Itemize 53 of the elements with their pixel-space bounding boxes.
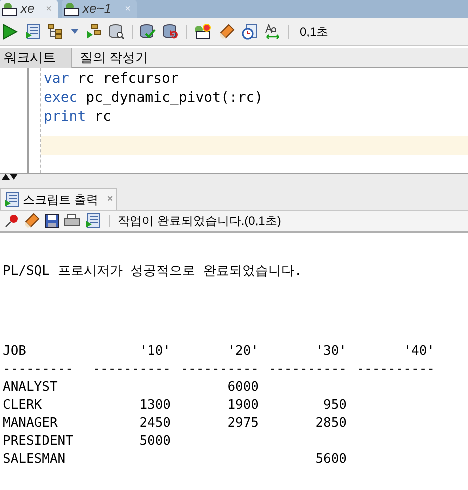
separator-dashes: ---------- bbox=[180, 361, 259, 379]
run-script-icon[interactable] bbox=[85, 213, 101, 229]
eraser-icon[interactable] bbox=[219, 24, 235, 40]
table-cell-text: 2450 bbox=[138, 415, 171, 433]
table-cell-text: SALESMAN bbox=[3, 451, 67, 469]
clock-document-icon[interactable] bbox=[242, 24, 258, 40]
font-size-icon[interactable] bbox=[265, 24, 281, 40]
caret-icon[interactable] bbox=[71, 28, 79, 34]
table-cell-text: 5000 bbox=[138, 433, 171, 451]
tree-run-icon[interactable] bbox=[86, 24, 102, 40]
column-header: '10' bbox=[138, 343, 171, 361]
column-header: JOB bbox=[3, 343, 28, 361]
script-output-tab[interactable]: 스크립트 출력 × bbox=[0, 188, 118, 210]
status-message: 작업이 완료되었습니다.(0,1초) bbox=[118, 213, 282, 230]
column-header: '40' bbox=[402, 343, 435, 361]
tree-icon[interactable] bbox=[48, 24, 64, 40]
table-cell-text: 1300 bbox=[138, 397, 171, 415]
editor-tab[interactable]: 질의 작성기 bbox=[76, 48, 153, 68]
table-cell-text: 2850 bbox=[314, 415, 347, 433]
file-tab[interactable]: xe × bbox=[0, 0, 58, 18]
output-message: PL/SQL 프로시저가 성공적으로 완료되었습니다. bbox=[3, 263, 302, 281]
table-cell-text: 5600 bbox=[314, 451, 347, 469]
separator-dashes: ---------- bbox=[92, 361, 171, 379]
database-search-icon[interactable] bbox=[109, 24, 125, 40]
table-cell-text: 2975 bbox=[226, 415, 259, 433]
table-cell-text: MANAGER bbox=[3, 415, 59, 433]
file-tab[interactable]: xe~1 × bbox=[62, 0, 137, 18]
table-cell-text: 6000 bbox=[226, 379, 259, 397]
database-check-icon[interactable] bbox=[140, 24, 156, 40]
column-header: '30' bbox=[314, 343, 347, 361]
save-icon[interactable] bbox=[45, 214, 59, 228]
column-header: '20' bbox=[226, 343, 259, 361]
run-script-icon bbox=[4, 192, 20, 208]
run-icon[interactable] bbox=[2, 24, 18, 40]
table-cell-text: 1900 bbox=[226, 397, 259, 415]
table-cell-text: CLERK bbox=[3, 397, 44, 415]
code-line: print rc bbox=[43, 108, 112, 127]
run-script-icon[interactable] bbox=[25, 24, 41, 40]
separator-dashes: --------- bbox=[3, 361, 74, 379]
print-icon[interactable] bbox=[64, 214, 80, 228]
database-undo-icon[interactable] bbox=[163, 24, 179, 40]
table-cell-text: PRESIDENT bbox=[3, 433, 74, 451]
table-cell-text: ANALYST bbox=[3, 379, 59, 397]
elapsed-time: 0,1초 bbox=[300, 24, 329, 40]
editor-tab[interactable]: 워크시트 bbox=[0, 48, 72, 68]
code-line: var rc refcursor bbox=[43, 70, 180, 89]
separator-dashes: ---------- bbox=[356, 361, 435, 379]
pin-icon[interactable] bbox=[5, 214, 19, 228]
table-cell-text: 950 bbox=[322, 397, 347, 415]
separator-dashes: ---------- bbox=[268, 361, 347, 379]
splitter-arrows-icon[interactable] bbox=[2, 174, 18, 180]
code-line: exec pc_dynamic_pivot(:rc) bbox=[43, 89, 264, 108]
eraser-icon[interactable] bbox=[24, 213, 40, 229]
